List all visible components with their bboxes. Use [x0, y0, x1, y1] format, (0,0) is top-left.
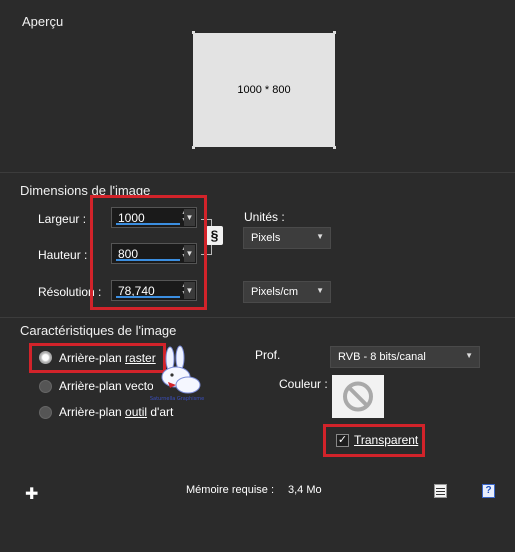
watermark-rabbit-logo: Saturnella Graphisme — [150, 345, 205, 403]
radio-raster-label[interactable]: Arrière-plan raster — [59, 351, 156, 365]
color-swatch[interactable] — [332, 375, 384, 418]
chevron-down-icon: ▼ — [465, 351, 473, 360]
separator — [0, 172, 515, 173]
resolution-units-select[interactable]: Pixels/cm ▼ — [243, 281, 331, 303]
link-icon[interactable]: § — [206, 226, 223, 245]
depth-label: Prof. — [255, 348, 281, 362]
height-dropdown-arrow[interactable]: ▼ — [184, 245, 195, 262]
document-icon[interactable] — [434, 484, 447, 498]
chevron-down-icon: ▼ — [316, 232, 324, 241]
help-icon[interactable]: ? — [482, 484, 495, 498]
width-underline — [116, 223, 180, 225]
resolution-dropdown-arrow[interactable]: ▼ — [184, 282, 195, 299]
transparent-label[interactable]: Transparent — [354, 433, 418, 447]
transparent-checkbox[interactable]: ✓ — [336, 434, 349, 447]
dimensions-title: Dimensions de l'image — [20, 183, 151, 198]
chevron-down-icon: ▼ — [316, 286, 324, 295]
preview-size-text: 1000 * 800 — [237, 84, 291, 96]
depth-select[interactable]: RVB - 8 bits/canal ▼ — [330, 346, 480, 368]
units-label: Unités : — [244, 210, 285, 224]
preview-corner — [192, 146, 195, 149]
radio-art-label[interactable]: Arrière-plan outil d'art — [59, 405, 173, 419]
height-stepper[interactable]: 800 ▲▼ ▼ — [111, 243, 197, 264]
separator — [0, 317, 515, 318]
resolution-label: Résolution : — [38, 285, 102, 299]
transparent-label-text: Transparent — [354, 433, 419, 447]
width-stepper[interactable]: 1000 ▲▼ ▼ — [111, 207, 197, 228]
resolution-stepper[interactable]: 78,740 ▲▼ ▼ — [111, 280, 197, 301]
resolution-underline — [116, 296, 180, 298]
preview-corner — [333, 146, 336, 149]
radio-vector-label[interactable]: Arrière-plan vectoriel — [59, 379, 153, 393]
radio-raster[interactable] — [39, 351, 52, 364]
radio-art[interactable] — [39, 406, 52, 419]
depth-select-value: RVB - 8 bits/canal — [338, 351, 426, 363]
resolution-units-value: Pixels/cm — [251, 286, 299, 298]
preview-title: Aperçu — [22, 14, 64, 29]
no-color-icon — [343, 381, 373, 412]
art-label-post: d'art — [147, 405, 174, 419]
art-label-pre: Arrière-plan — [59, 405, 126, 419]
radio-vector[interactable] — [39, 380, 52, 393]
preview-image: 1000 * 800 — [193, 33, 335, 147]
units-select[interactable]: Pixels ▼ — [243, 227, 331, 249]
svg-text:Saturnella Graphisme: Saturnella Graphisme — [150, 396, 204, 402]
width-label: Largeur : — [38, 212, 87, 226]
units-select-value: Pixels — [251, 232, 281, 244]
preview-corner — [333, 31, 336, 34]
width-dropdown-arrow[interactable]: ▼ — [184, 209, 195, 226]
height-underline — [116, 259, 180, 261]
memory-label: Mémoire requise : — [186, 484, 275, 496]
characteristics-title: Caractéristiques de l'image — [20, 323, 177, 338]
preview-corner — [192, 31, 195, 34]
plus-icon[interactable]: ✚ — [25, 484, 38, 504]
color-label: Couleur : — [279, 377, 328, 391]
raster-label-text: Arrière-plan — [59, 351, 126, 365]
memory-value: 3,4 Mo — [288, 484, 322, 496]
art-label-accel: outil — [125, 405, 148, 419]
height-label: Hauteur : — [38, 248, 88, 262]
